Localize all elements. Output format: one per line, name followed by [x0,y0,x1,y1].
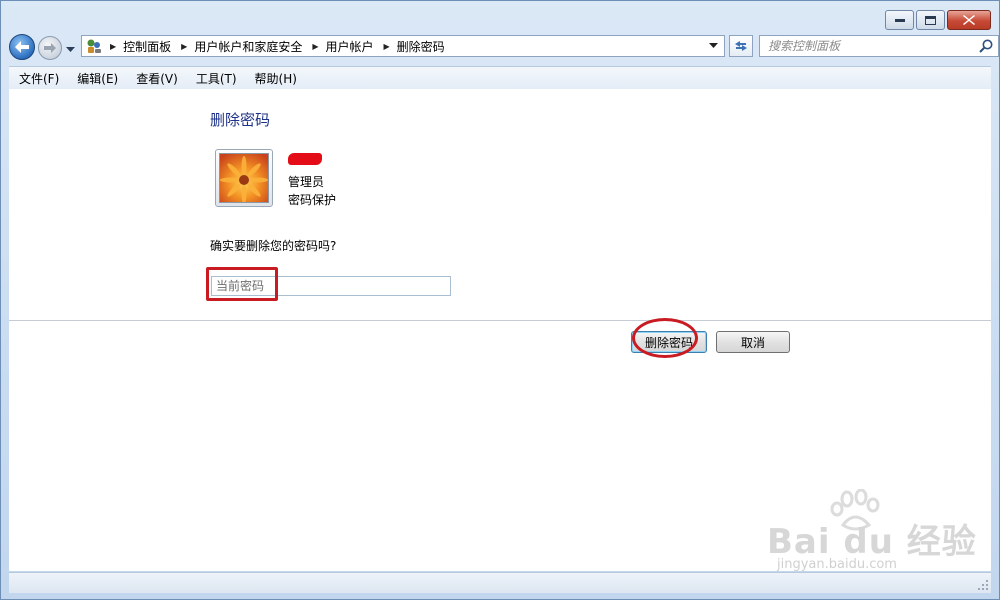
resize-grip-icon[interactable] [977,579,989,591]
explorer-window: ▶ 控制面板 ▶ 用户帐户和家庭安全 ▶ 用户帐户 ▶ 删除密码 搜索控制面板 … [0,0,1000,600]
menu-help[interactable]: 帮助(H) [245,70,305,87]
account-type: 管理员 [288,175,325,189]
breadcrumb: ▶ 控制面板 ▶ 用户帐户和家庭安全 ▶ 用户帐户 ▶ 删除密码 [107,38,445,55]
breadcrumb-user-accounts-family-safety[interactable]: 用户帐户和家庭安全 [194,38,302,55]
breadcrumb-user-accounts[interactable]: 用户帐户 [326,38,374,55]
breadcrumb-separator-icon[interactable]: ▶ [384,42,390,51]
divider [9,320,991,321]
flower-picture [219,153,269,203]
menu-file[interactable]: 文件(F) [9,70,67,87]
close-icon [963,15,975,25]
minimize-icon [894,19,905,22]
back-arrow-icon [15,41,29,53]
refresh-icon [735,41,747,51]
maximize-icon [925,15,936,25]
page-title: 删除密码 [210,111,271,129]
cancel-button[interactable]: 取消 [716,331,790,353]
maximize-button[interactable] [916,10,945,30]
window-controls [885,10,991,30]
recent-pages-dropdown[interactable] [66,42,75,56]
chevron-down-icon [66,47,75,52]
close-button[interactable] [947,10,991,30]
breadcrumb-separator-icon[interactable]: ▶ [110,42,116,51]
search-input[interactable] [760,36,968,56]
main-content: 删除密码 管理员 密码保护 确实要删除您的密码吗? 删除密码 取消 Bai du… [9,89,991,572]
menu-bar: 文件(F) 编辑(E) 查看(V) 工具(T) 帮助(H) [9,66,991,90]
forward-button[interactable] [38,36,62,60]
menu-view[interactable]: 查看(V) [126,70,186,87]
address-bar[interactable]: ▶ 控制面板 ▶ 用户帐户和家庭安全 ▶ 用户帐户 ▶ 删除密码 [81,35,725,57]
minimize-button[interactable] [885,10,914,30]
watermark-brand: Bai du 经验 [767,522,977,562]
forward-arrow-icon [44,43,56,53]
redacted-username [288,153,322,165]
breadcrumb-control-panel[interactable]: 控制面板 [123,38,171,55]
watermark-url: jingyan.baidu.com [777,557,897,572]
highlight-box [206,267,278,301]
breadcrumb-separator-icon[interactable]: ▶ [181,42,187,51]
breadcrumb-separator-icon[interactable]: ▶ [312,42,318,51]
navigation-bar: ▶ 控制面板 ▶ 用户帐户和家庭安全 ▶ 用户帐户 ▶ 删除密码 [9,33,999,61]
back-button[interactable] [9,34,35,60]
address-dropdown-icon[interactable] [709,43,718,49]
search-box [759,35,999,57]
menu-edit[interactable]: 编辑(E) [67,70,126,87]
search-icon[interactable] [979,39,993,53]
refresh-button[interactable] [729,35,753,57]
password-status: 密码保护 [288,193,337,207]
menu-tools[interactable]: 工具(T) [186,70,245,87]
status-bar [9,572,991,593]
avatar [215,149,273,207]
confirm-question: 确实要删除您的密码吗? [210,239,337,253]
control-panel-icon [87,39,101,53]
highlight-circle [632,318,698,358]
breadcrumb-remove-password[interactable]: 删除密码 [397,38,445,55]
